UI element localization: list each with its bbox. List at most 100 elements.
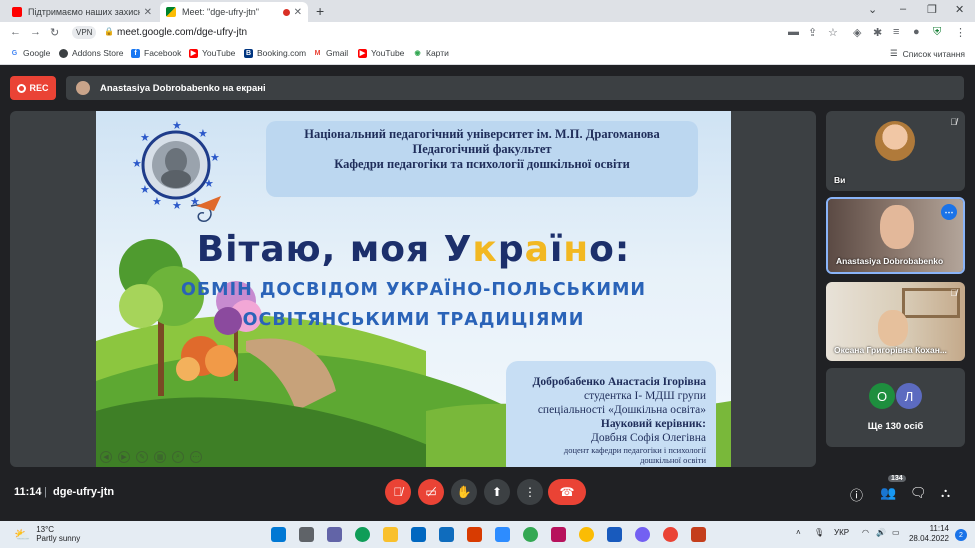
task-view-icon[interactable]	[299, 527, 314, 542]
zoom-icon[interactable]: ⌕	[172, 451, 184, 463]
title-letter: а	[524, 229, 550, 270]
edge-icon[interactable]	[355, 527, 370, 542]
close-window-button[interactable]: ✕	[955, 3, 964, 16]
extension-icon[interactable]: ◈	[853, 26, 861, 39]
camera-toggle-button[interactable]: ▭̸	[418, 479, 444, 505]
bookmark-booking[interactable]: B Booking.com	[244, 48, 306, 58]
app-icon[interactable]	[551, 527, 566, 542]
meeting-code[interactable]: dge-ufry-jtn	[53, 486, 114, 498]
bookmark-label: Addons Store	[72, 48, 124, 58]
bookmark-youtube[interactable]: ▶ YouTube	[189, 48, 235, 58]
bookmark-addons-store[interactable]: Addons Store	[59, 48, 124, 58]
bookmark-facebook[interactable]: f Facebook	[131, 48, 181, 58]
volume-icon[interactable]: 🔊	[876, 528, 886, 537]
media-icon[interactable]: ≡	[893, 26, 899, 38]
author-group: студентка І- МДШ групи	[584, 390, 706, 402]
chat-icon[interactable]: 🗨	[910, 485, 927, 501]
camera-icon[interactable]: ▬	[788, 26, 799, 38]
raise-hand-button[interactable]: ✋	[451, 479, 477, 505]
chrome-profile-icon[interactable]	[663, 527, 678, 542]
recording-button[interactable]: REC	[10, 76, 56, 100]
slides-grid-icon[interactable]: ▦	[154, 451, 166, 463]
svg-text:★: ★	[152, 196, 162, 208]
bookmark-maps[interactable]: ◉ Карти	[413, 48, 448, 58]
minimize-button[interactable]: –	[900, 3, 906, 15]
battery-icon[interactable]: ▭	[892, 528, 900, 537]
tray-expand-icon[interactable]: ˄	[796, 528, 801, 537]
close-tab-icon[interactable]: ✕	[294, 7, 302, 18]
participant-tile-anastasiya[interactable]: ⋯ Anastasiya Dobrobabenko	[826, 197, 965, 274]
meeting-details-icon[interactable]: ⓘ	[850, 485, 863, 504]
notifications-badge[interactable]: 2	[955, 529, 967, 541]
tab-support-defenders[interactable]: Підтримаємо наших захисників ✕	[6, 2, 158, 22]
menu-icon[interactable]: ⋮	[955, 26, 966, 39]
presenter-avatar	[76, 81, 90, 95]
start-icon[interactable]	[271, 527, 286, 542]
vpn-badge[interactable]: VPN	[72, 26, 97, 39]
bookmark-star-icon[interactable]: ☆	[828, 26, 838, 39]
word-icon[interactable]	[607, 527, 622, 542]
bookmark-google[interactable]: G Google	[10, 48, 51, 58]
participant-tile-oksana[interactable]: 🎙̸ Оксана Григорівна Кохан...	[826, 282, 965, 361]
profile-icon[interactable]: ●	[913, 26, 920, 38]
participant-name: Оксана Григорівна Кохан...	[834, 345, 947, 355]
puzzle-icon[interactable]: ✱	[873, 26, 882, 39]
office-icon[interactable]	[467, 527, 482, 542]
bookmark-label: Facebook	[144, 48, 182, 58]
wifi-icon[interactable]: ◠	[862, 528, 869, 537]
teams-chat-icon[interactable]	[327, 527, 342, 542]
tab-meet[interactable]: Meet: "dge-ufry-jtn" ✕	[160, 2, 308, 22]
svg-text:★: ★	[204, 178, 214, 190]
microphone-icon[interactable]: 🎙	[814, 528, 824, 537]
forward-icon[interactable]: →	[30, 26, 41, 38]
tab-title: Підтримаємо наших захисників	[28, 7, 140, 17]
zoom-icon[interactable]	[495, 527, 510, 542]
people-icon[interactable]: 👥	[880, 485, 896, 501]
more-options-icon[interactable]: ⋯	[941, 204, 957, 220]
bookmark-gmail[interactable]: M Gmail	[313, 48, 349, 58]
pen-icon[interactable]: ✎	[136, 451, 148, 463]
chrome-icon[interactable]	[523, 527, 538, 542]
reading-list-button[interactable]: ☰ Список читання	[890, 48, 965, 59]
hand-icon: ✋	[456, 485, 472, 499]
more-options-icon[interactable]: ⋯	[190, 451, 202, 463]
bookmark-youtube-2[interactable]: ▶ YouTube	[358, 48, 404, 58]
file-explorer-icon[interactable]	[383, 527, 398, 542]
chrome-active-icon[interactable]	[579, 527, 594, 542]
maximize-button[interactable]: ❐	[927, 3, 937, 16]
mic-toggle-button[interactable]: 🎙̸	[385, 479, 411, 505]
system-clock[interactable]: 11:14 28.04.2022	[909, 524, 949, 544]
activities-icon[interactable]: ⛬	[941, 485, 950, 501]
participants-count-badge: 134	[888, 475, 906, 482]
hang-up-icon: ☎	[559, 485, 575, 499]
url-field[interactable]: meet.google.com/dge-ufry-jtn	[117, 27, 247, 38]
back-icon[interactable]: ←	[10, 26, 21, 38]
supervisor-name: Довбня Софія Олегівна	[590, 432, 706, 444]
lock-icon[interactable]: 🔒	[104, 27, 114, 36]
university-name: Національний педагогічний університет ім…	[304, 127, 660, 141]
weather-widget[interactable]: ⛅ 13°C Partly sunny	[14, 525, 80, 543]
reading-list-label: Список читання	[902, 48, 965, 59]
present-button[interactable]: ⬆	[484, 479, 510, 505]
tab-title: Meet: "dge-ufry-jtn"	[182, 7, 259, 17]
new-tab-button[interactable]: +	[316, 3, 324, 19]
more-options-button[interactable]: ⋮	[517, 479, 543, 505]
previous-slide-icon[interactable]: ◀	[100, 451, 112, 463]
leave-call-button[interactable]: ☎	[548, 479, 586, 505]
close-tab-icon[interactable]: ✕	[144, 7, 152, 18]
store-icon[interactable]	[411, 527, 426, 542]
share-icon[interactable]: ⇪	[808, 26, 817, 39]
next-slide-icon[interactable]: ▶	[118, 451, 130, 463]
mic-off-icon: 🎙̸	[393, 485, 403, 499]
shield-icon[interactable]: ⛨	[933, 26, 941, 39]
tab-search-icon[interactable]: ⌄	[868, 3, 877, 16]
more-participants-tile[interactable]: О Л Ще 130 осіб	[826, 368, 965, 447]
mail-icon[interactable]	[439, 527, 454, 542]
weather-description: Partly sunny	[36, 534, 81, 543]
powerpoint-icon[interactable]	[691, 527, 706, 542]
language-indicator[interactable]: УКР	[834, 528, 849, 537]
viber-icon[interactable]	[635, 527, 650, 542]
reload-icon[interactable]: ↻	[50, 26, 59, 39]
participant-tile-self[interactable]: 🎙̸ Ви	[826, 111, 965, 191]
more-vert-icon: ⋮	[524, 485, 536, 499]
